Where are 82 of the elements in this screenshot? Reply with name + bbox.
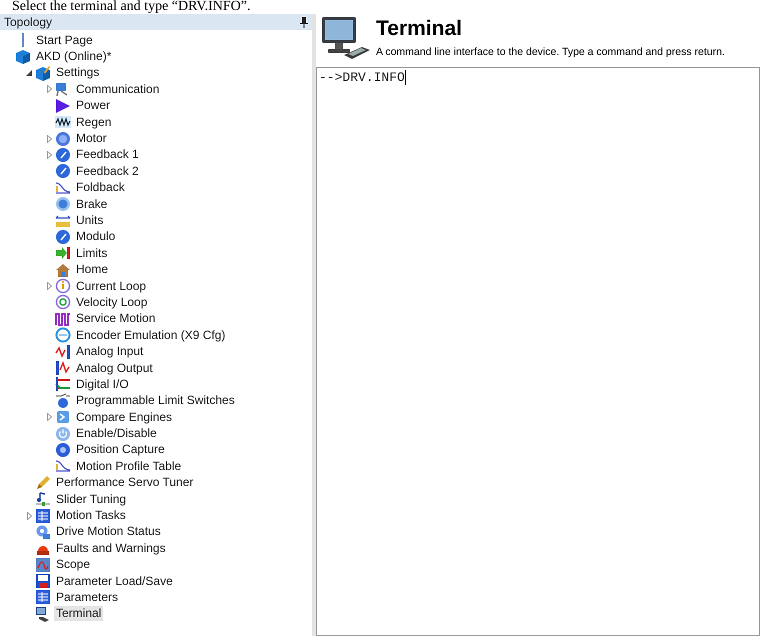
tree-item[interactable]: Modulo — [74, 229, 118, 244]
page-description: A command line interface to the device. Type a command and press return. — [376, 45, 725, 59]
curve-icon — [55, 458, 71, 474]
tree-item[interactable]: Units — [74, 212, 106, 228]
gauge-icon — [55, 163, 71, 180]
expand-arrow-icon[interactable] — [46, 150, 52, 159]
gauge-icon — [55, 228, 71, 245]
capture-icon — [55, 442, 71, 458]
tree-item[interactable]: Compare Engines — [74, 410, 174, 425]
tree-item[interactable]: Regen — [74, 114, 114, 130]
cube-icon — [15, 48, 31, 65]
scope-icon — [35, 556, 51, 573]
tree-item[interactable]: Motion Profile Table — [74, 458, 184, 474]
computer-icon — [35, 606, 51, 622]
tree-item[interactable]: Encoder Emulation (X9 Cfg) — [74, 328, 228, 343]
expand-arrow-icon[interactable] — [46, 282, 52, 290]
tree-item[interactable]: Home — [74, 262, 110, 278]
motor-icon — [55, 130, 71, 147]
wave-icon — [55, 344, 71, 360]
instruction-caption: Select the terminal and type “DRV.INFO”. — [11, 0, 252, 14]
tree-item[interactable]: AKD (Online)* — [34, 49, 114, 64]
table-icon — [35, 508, 51, 524]
tree-item[interactable]: Communication — [74, 82, 162, 97]
tree-item[interactable]: Enable/Disable — [74, 426, 159, 442]
computer-icon — [320, 16, 372, 60]
tree-item[interactable]: Foldback — [74, 180, 127, 196]
tree-item[interactable]: Programmable Limit Switches — [74, 393, 237, 408]
tree-item[interactable]: Terminal — [54, 606, 104, 622]
panel-title: Topology — [4, 15, 52, 29]
page-title: Terminal — [376, 16, 463, 42]
tree-item[interactable]: Brake — [74, 196, 110, 212]
text-cursor — [404, 70, 406, 85]
tree-item[interactable]: Digital I/O — [74, 376, 131, 392]
io-icon — [55, 376, 71, 392]
tree-item[interactable]: Start Page — [34, 32, 95, 48]
box-icon — [55, 409, 71, 426]
info-icon — [55, 278, 71, 294]
tree-item[interactable]: Current Loop — [74, 278, 148, 294]
terminal-console[interactable]: -->DRV.INFO — [316, 67, 760, 636]
tree-item[interactable]: Parameter Load/Save — [54, 574, 175, 589]
tree-item[interactable]: Analog Input — [74, 344, 146, 360]
curve-icon — [55, 180, 71, 196]
expand-arrow-icon[interactable] — [46, 85, 52, 94]
tree-item[interactable]: Position Capture — [74, 442, 167, 458]
arrow-bar-icon — [55, 245, 71, 262]
loop-icon — [55, 294, 71, 310]
wave-icon — [55, 114, 71, 130]
brake-icon — [55, 196, 71, 212]
square-wave-icon — [55, 310, 71, 327]
gauge-icon — [55, 146, 71, 163]
ring-icon — [55, 327, 71, 344]
house-icon — [55, 262, 71, 278]
cube-icon — [35, 64, 51, 81]
expand-arrow-icon[interactable] — [46, 413, 52, 422]
tree-item[interactable]: Limits — [74, 246, 110, 261]
tree-item[interactable]: Velocity Loop — [74, 294, 150, 310]
tree-item[interactable]: Power — [74, 98, 112, 114]
pin-icon[interactable] — [300, 16, 308, 28]
table-icon — [35, 589, 51, 606]
pen-icon — [35, 474, 51, 491]
tree-item[interactable]: Service Motion — [74, 311, 158, 326]
tree-item[interactable]: Motion Tasks — [54, 508, 128, 524]
terminal-output: -->DRV.INFO — [319, 70, 405, 85]
tree-item[interactable]: Parameters — [54, 590, 120, 605]
tree-item[interactable]: Faults and Warnings — [54, 540, 168, 556]
power-icon — [55, 426, 71, 442]
tree-item[interactable]: Performance Servo Tuner — [54, 475, 196, 490]
tree-item[interactable]: Scope — [54, 557, 92, 572]
tree-item[interactable]: Analog Output — [74, 360, 155, 376]
tree-item[interactable]: Feedback 1 — [74, 147, 141, 162]
tree-item[interactable]: Feedback 2 — [74, 164, 141, 179]
tree-item[interactable]: Slider Tuning — [54, 492, 128, 507]
tree-item[interactable]: Drive Motion Status — [54, 524, 163, 540]
expand-arrow-icon[interactable] — [26, 512, 32, 520]
tree-item[interactable]: Motor — [74, 131, 109, 146]
collapse-arrow-icon[interactable] — [26, 70, 32, 76]
slider-icon — [35, 491, 51, 508]
switch-icon — [55, 392, 71, 409]
tree-item[interactable]: Settings — [54, 65, 102, 80]
expand-arrow-icon[interactable] — [46, 134, 52, 143]
play-icon — [55, 98, 71, 114]
wave-icon — [55, 360, 71, 376]
